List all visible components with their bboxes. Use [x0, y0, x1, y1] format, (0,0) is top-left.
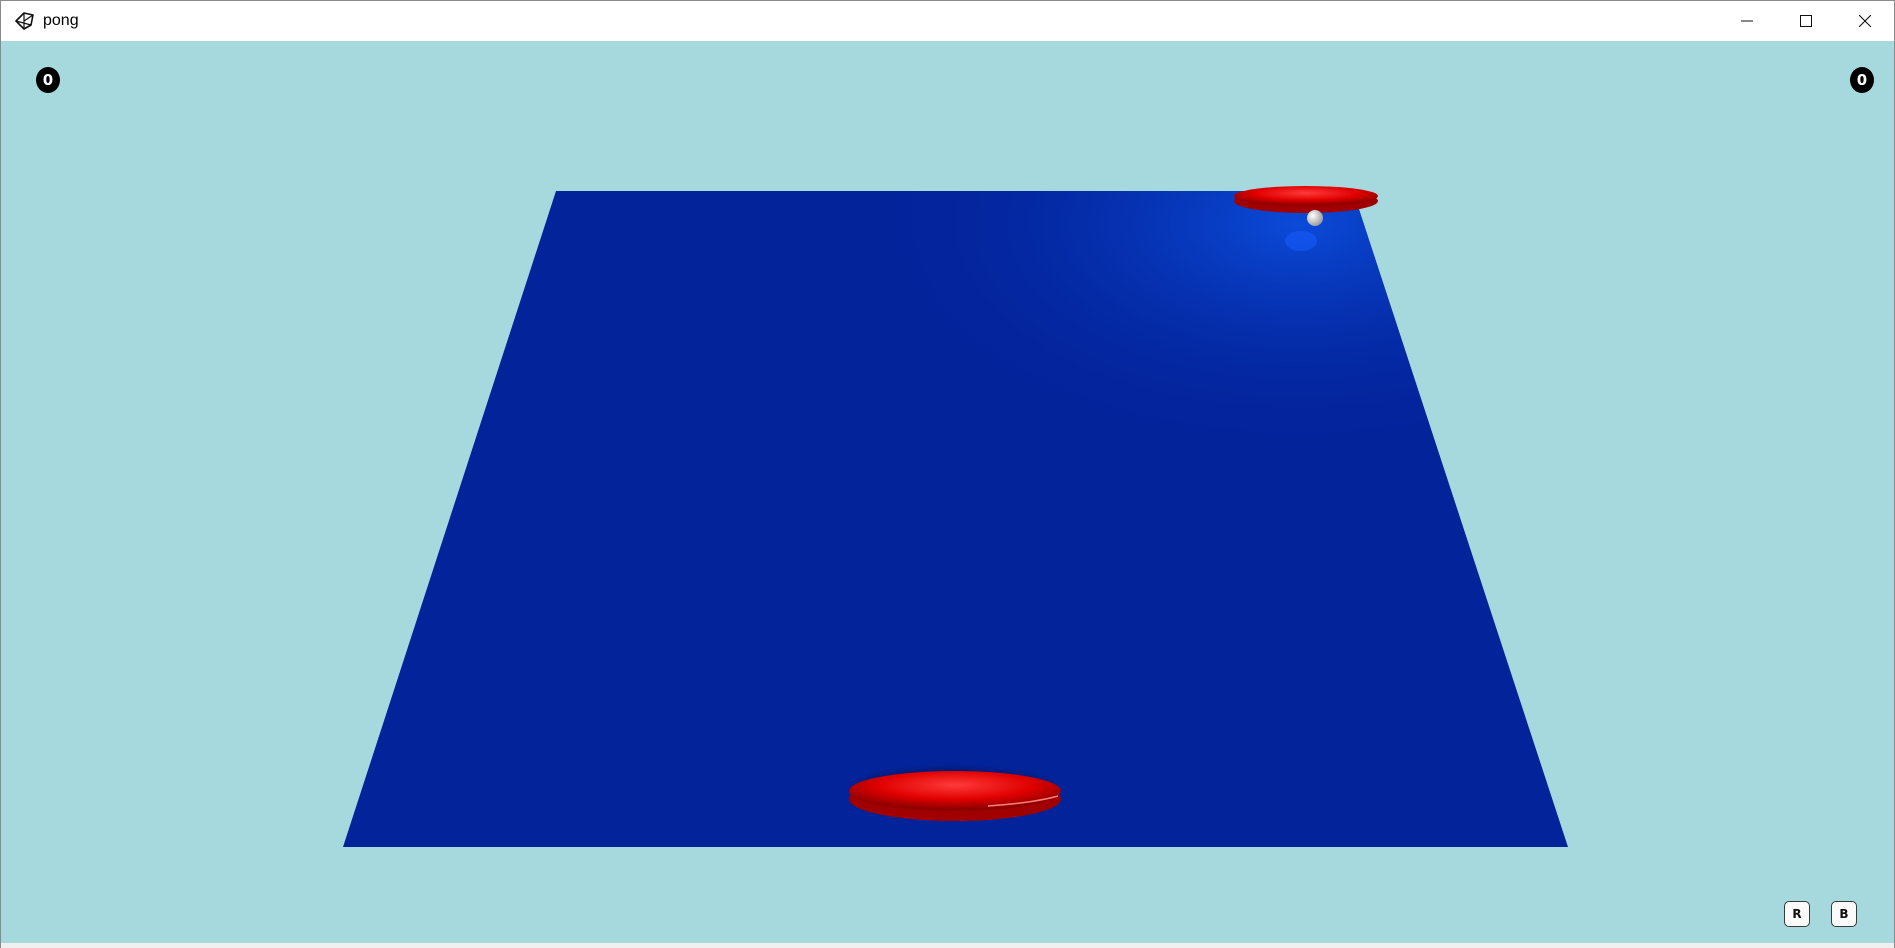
score-right: 0 [1850, 67, 1874, 93]
close-button[interactable] [1835, 1, 1894, 41]
game-window: pong 0 0 R B [0, 0, 1895, 948]
close-icon [1858, 15, 1871, 27]
maximize-button[interactable] [1776, 1, 1835, 41]
game-viewport[interactable]: 0 0 R B [3, 41, 1893, 943]
table-glow [343, 191, 1568, 847]
game-scene [343, 186, 1568, 847]
minimize-icon [1740, 20, 1753, 22]
unity-logo-icon [13, 10, 35, 32]
r-button[interactable]: R [1784, 901, 1810, 927]
player-paddle [845, 764, 1061, 821]
window-controls [1717, 1, 1894, 41]
status-bar [1, 943, 1894, 948]
window-title: pong [43, 12, 79, 29]
score-left: 0 [36, 67, 60, 93]
maximize-icon [1799, 15, 1812, 27]
title-bar[interactable]: pong [1, 1, 1894, 41]
b-button[interactable]: B [1831, 901, 1857, 927]
opponent-paddle [1234, 186, 1378, 213]
minimize-button[interactable] [1717, 1, 1776, 41]
